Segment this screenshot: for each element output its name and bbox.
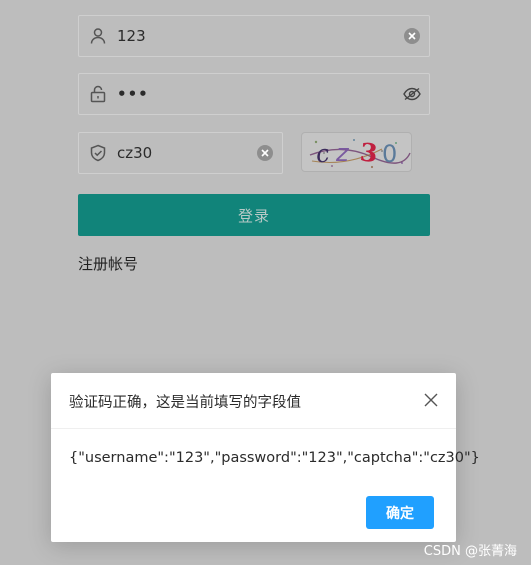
dialog-title: 验证码正确，这是当前填写的字段值 [69,395,301,411]
captcha-image[interactable]: c z 3 0 [301,132,412,172]
svg-text:0: 0 [382,140,397,168]
confirm-button[interactable]: 确定 [366,496,434,529]
captcha-field[interactable]: cz30 [78,132,283,174]
login-page: 123 ••• cz30 c z 3 0 登录 注册帐号 验证码正确，这是当前填… [0,0,531,565]
message-dialog: 验证码正确，这是当前填写的字段值 {"username":"123","pass… [51,373,480,542]
register-link[interactable]: 注册帐号 [78,253,138,274]
eye-icon[interactable] [395,87,429,101]
username-value: 123 [117,27,146,45]
svg-text:z: z [335,139,350,167]
lock-icon [79,85,117,103]
login-button[interactable]: 登录 [78,194,430,236]
password-value: ••• [117,85,149,103]
captcha-value: cz30 [117,144,153,162]
svg-text:c: c [314,139,331,169]
watermark: CSDN @张菁海 [423,544,517,559]
user-icon [79,27,117,45]
dialog-message: {"username":"123","password":"123","capt… [69,450,480,466]
password-field[interactable]: ••• [78,73,430,115]
username-clear-icon[interactable] [404,28,420,44]
captcha-clear-icon[interactable] [257,145,273,161]
dialog-header: 验证码正确，这是当前填写的字段值 [51,373,456,429]
username-field[interactable]: 123 [78,15,430,57]
shield-icon [79,144,117,162]
svg-text:3: 3 [359,137,379,168]
close-icon[interactable] [424,392,438,407]
